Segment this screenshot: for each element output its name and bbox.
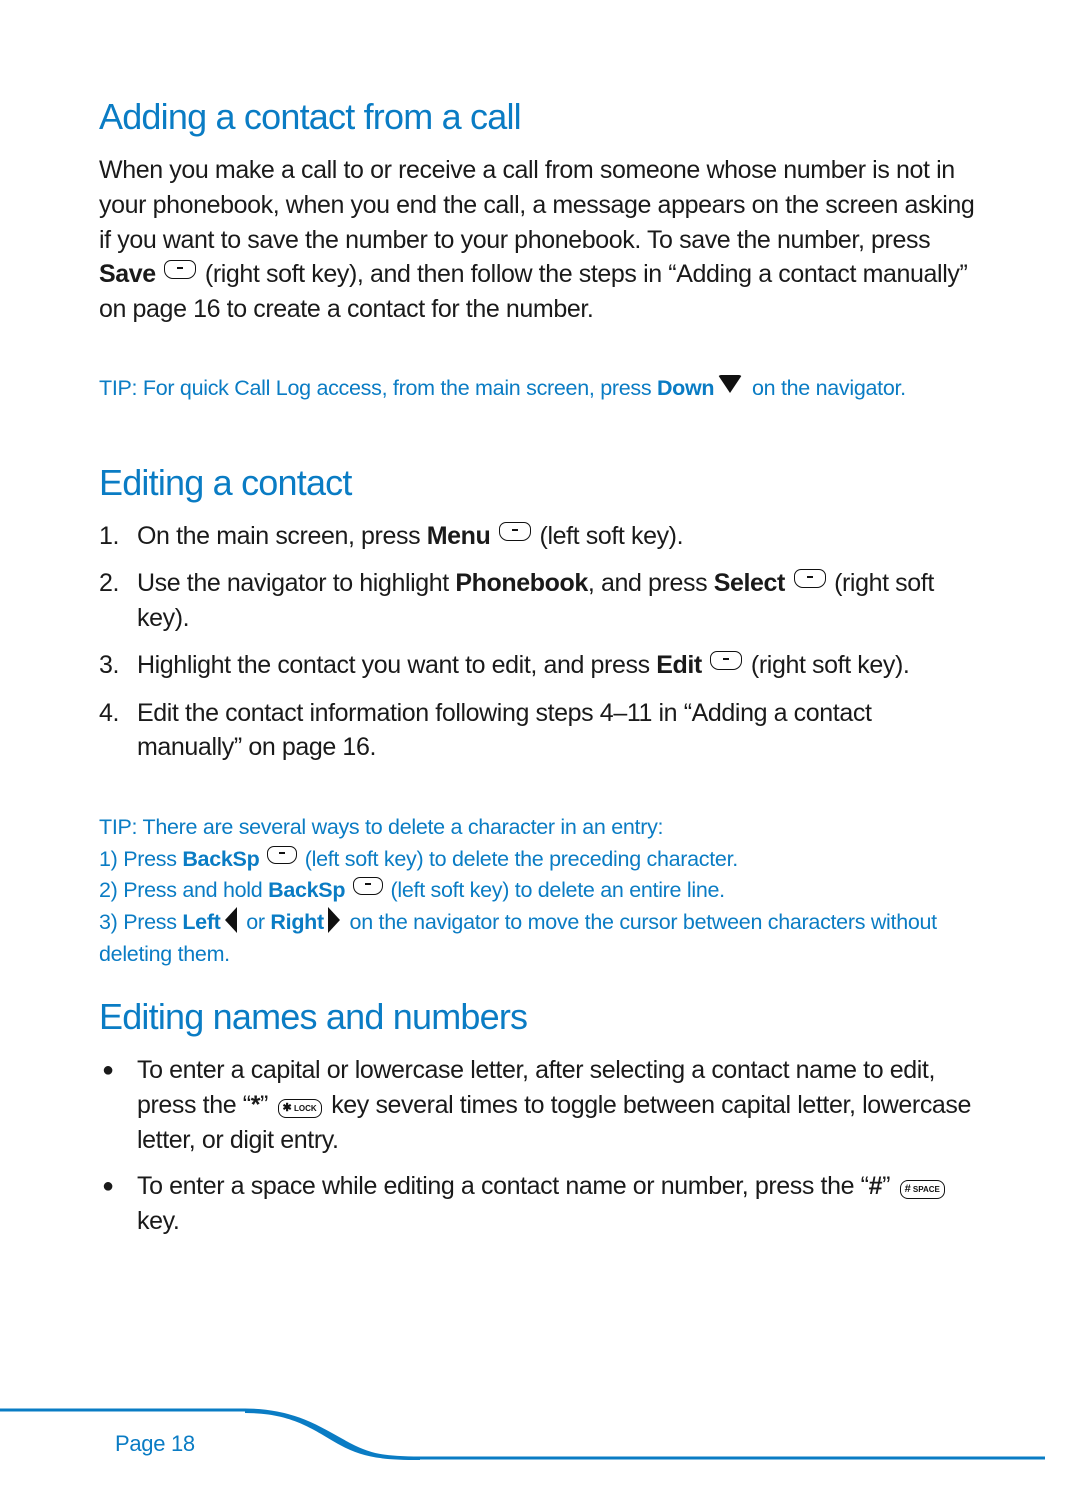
steps-list: 1. On the main screen, press Menu (left s… [99, 519, 979, 778]
section-title-editing-names-numbers: Editing names and numbers [99, 996, 528, 1037]
tip-line: 3) Press Left or Right on the navigator … [99, 907, 979, 970]
tip-call-log: TIP: For quick Call Log access, from the… [99, 373, 979, 405]
step-item: 3. Highlight the contact you want to edit… [99, 648, 979, 683]
bullet-list: ● To enter a capital or lowercase letter,… [99, 1053, 979, 1251]
paragraph-text: When you make a call to or receive a cal… [99, 156, 975, 254]
manual-page: Adding a contact from a call When you ma… [0, 0, 1080, 1506]
hash-space-key-icon: # SPACE [899, 1180, 945, 1200]
left-key-label: Left [182, 910, 221, 935]
key-label: SPACE [912, 1185, 940, 1195]
save-key-label: Save [99, 260, 156, 289]
section-title-editing-contact: Editing a contact [99, 462, 352, 503]
paragraph-text: (right soft key), and then follow the st… [99, 260, 968, 324]
bullet-text: To enter a space while editing a contact… [137, 1172, 869, 1201]
soft-key-icon [164, 260, 197, 280]
edit-key-label: Edit [656, 651, 702, 680]
tip-delete-character: TIP: There are several ways to delete a … [99, 812, 979, 971]
bullet-text: ” [882, 1172, 891, 1201]
step-number: 1. [99, 522, 120, 550]
key-label: LOCK [293, 1103, 317, 1113]
step-text: On the main screen, press [137, 522, 427, 550]
step-number: 3. [99, 651, 120, 680]
tip-label: TIP: [99, 815, 138, 839]
tip-text: or [240, 910, 271, 935]
bullet-text: ” [260, 1090, 268, 1119]
tip-text: (left soft key) to delete the preceding … [299, 846, 738, 871]
footer-wave-swoosh [245, 1410, 420, 1460]
soft-key-icon [267, 845, 298, 864]
section-title-adding-contact-from-call: Adding a contact from a call [99, 96, 522, 137]
select-key-label: Select [713, 569, 786, 598]
tip-text: 2) Press and hold [99, 878, 269, 903]
tip-text: 3) Press [99, 910, 183, 935]
tip-text: (left soft key) to delete an entire line… [384, 878, 726, 903]
right-key-label: Right [270, 910, 324, 935]
step-number: 2. [99, 569, 120, 598]
tip-text: There are several ways to delete a chara… [137, 815, 664, 839]
star-lock-key-icon: ✱ LOCK [277, 1098, 322, 1118]
tip-line: 2) Press and hold BackSp (left soft key)… [99, 875, 979, 907]
tip-text: For quick Call Log access, from the main… [137, 376, 657, 400]
phonebook-label: Phonebook [455, 569, 588, 598]
backsp-key-label: BackSp [268, 878, 346, 903]
navigator-right-icon [327, 907, 340, 934]
step-text: Highlight the contact you want to edit, … [137, 651, 657, 680]
soft-key-icon [710, 651, 743, 671]
step-text: , and press [587, 569, 714, 598]
tip-line: 1) Press BackSp (left soft key) to delet… [99, 844, 979, 876]
down-key-label: Down [656, 376, 715, 400]
bullet-icon: ● [102, 1059, 114, 1081]
bullet-item: ● To enter a capital or lowercase letter,… [99, 1053, 979, 1157]
step-item: 2. Use the navigator to highlight Phonebo… [99, 566, 979, 636]
tip-text: on the navigator. [746, 376, 906, 400]
tip-intro: TIP: There are several ways to delete a … [99, 812, 979, 844]
step-text: (left soft key). [532, 522, 684, 550]
backsp-key-label: BackSp [182, 846, 260, 871]
step-text: (right soft key). [744, 651, 910, 680]
key-symbol: # [904, 1183, 911, 1196]
section-paragraph: When you make a call to or receive a cal… [99, 153, 979, 327]
step-item: 4. Edit the contact information following… [99, 696, 979, 766]
navigator-down-icon [718, 375, 743, 393]
step-text: Edit the contact information following s… [137, 698, 872, 762]
step-item: 1. On the main screen, press Menu (left s… [99, 519, 979, 554]
soft-key-icon [498, 522, 531, 541]
key-symbol: ✱ [282, 1101, 292, 1114]
bullet-icon: ● [102, 1175, 114, 1198]
hash-symbol: # [868, 1172, 883, 1201]
step-text: Use the navigator to highlight [137, 569, 456, 598]
star-symbol: * [250, 1090, 261, 1119]
bullet-item: ● To enter a space while editing a contac… [99, 1169, 979, 1239]
tip-label: TIP: [99, 376, 138, 400]
bullet-text: key. [137, 1207, 180, 1236]
soft-key-icon [793, 569, 826, 589]
navigator-left-icon [224, 907, 237, 934]
tip-text: 1) Press [99, 846, 183, 871]
menu-key-label: Menu [426, 522, 491, 550]
soft-key-icon [352, 877, 383, 896]
step-number: 4. [99, 698, 120, 727]
page-number: Page 18 [115, 1431, 195, 1456]
